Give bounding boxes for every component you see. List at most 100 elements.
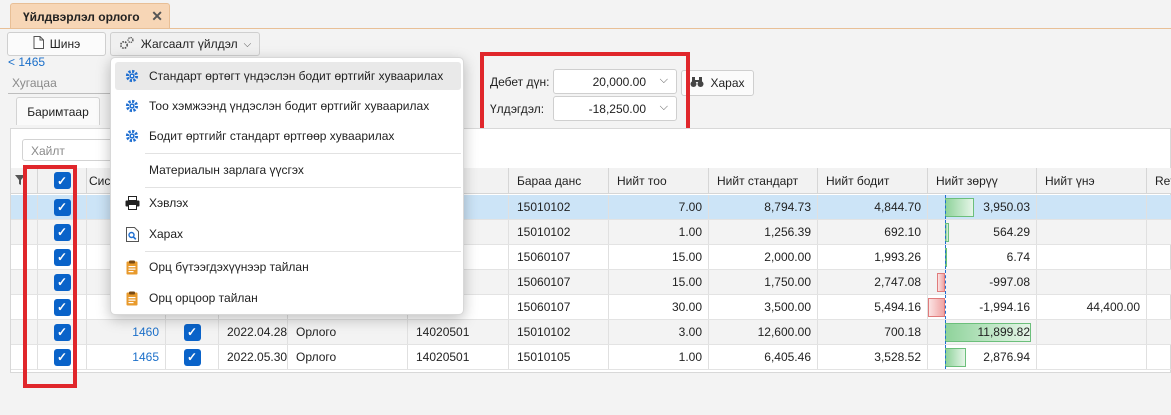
total-actual-cell[interactable]: 692.10 <box>818 220 928 244</box>
databar-axis <box>945 270 946 294</box>
menu-item-allocate-by-quantity[interactable]: Тоо хэмжээнд үндэслэн бодит өртгийг хува… <box>115 92 461 120</box>
table-row[interactable]: ✓ 1465 ✓ 2022.05.30 Орлого 14020501 15010105 1.… <box>11 345 1171 370</box>
total-price-cell[interactable] <box>1037 220 1147 244</box>
ref-cell[interactable] <box>1147 195 1171 219</box>
ref-cell[interactable] <box>1147 320 1171 344</box>
goods-account-cell[interactable]: 15060107 <box>509 270 609 294</box>
total-diff-cell[interactable]: -1,994.16 <box>928 295 1037 319</box>
document-tab[interactable]: Үйлдвэрлэл орлого ✕ <box>10 3 170 29</box>
document-id-cell[interactable]: 1460 <box>87 320 166 344</box>
menu-item-report-by-input[interactable]: Орц орцоор тайлан <box>115 284 461 312</box>
back-link[interactable]: < 1465 <box>8 55 45 69</box>
clipboard-icon <box>115 260 149 275</box>
total-price-cell[interactable] <box>1037 195 1147 219</box>
column-header-total-diff[interactable]: Нийт зөрүү <box>928 168 1037 194</box>
total-qty-cell[interactable]: 15.00 <box>609 245 709 269</box>
total-standard-cell[interactable]: 6,405.46 <box>709 345 818 369</box>
column-header-goods-account[interactable]: Бараа данс <box>509 168 609 194</box>
menu-item-report-by-product[interactable]: Орц бүтээгдэхүүнээр тайлан <box>115 253 461 281</box>
total-qty-cell[interactable]: 3.00 <box>609 320 709 344</box>
column-header-total-price[interactable]: Нийт үнэ <box>1037 168 1147 194</box>
column-header-ref[interactable]: Ref <box>1147 168 1171 194</box>
goods-account-cell[interactable]: 15060107 <box>509 245 609 269</box>
total-diff-cell[interactable]: 3,950.03 <box>928 195 1037 219</box>
account-cell[interactable]: 14020501 <box>408 320 509 344</box>
diff-databar <box>936 273 945 292</box>
total-price-cell[interactable] <box>1037 320 1147 344</box>
total-actual-cell[interactable]: 4,844.70 <box>818 195 928 219</box>
type-cell[interactable]: Орлого <box>288 320 408 344</box>
menu-item-preview[interactable]: Харах <box>115 220 461 248</box>
new-button[interactable]: Шинэ <box>7 32 106 56</box>
posted-checkbox[interactable]: ✓ <box>183 323 201 341</box>
diff-databar <box>945 198 974 217</box>
gears-icon <box>119 36 135 53</box>
total-standard-cell[interactable]: 2,000.00 <box>709 245 818 269</box>
total-standard-cell[interactable]: 3,500.00 <box>709 295 818 319</box>
total-standard-cell[interactable]: 1,750.00 <box>709 270 818 294</box>
total-diff-cell[interactable]: 2,876.94 <box>928 345 1037 369</box>
chevron-down-icon: ⌵ <box>243 38 252 50</box>
list-actions-dropdown[interactable]: Жагсаалт үйлдэл ⌵ <box>110 32 260 56</box>
goods-account-cell[interactable]: 15010105 <box>509 345 609 369</box>
search-input[interactable]: Хайлт <box>22 139 122 161</box>
table-row[interactable]: ✓ 1460 ✓ 2022.04.28 Орлого 14020501 15010102 3.… <box>11 320 1171 345</box>
menu-item-create-material-issue[interactable]: Материалын зарлага үүсгэх <box>115 156 461 184</box>
total-actual-cell[interactable]: 700.18 <box>818 320 928 344</box>
total-diff-cell[interactable]: -997.08 <box>928 270 1037 294</box>
new-button-label: Шинэ <box>49 37 81 51</box>
view-button-label: Харах <box>710 76 745 90</box>
posted-checkbox-cell[interactable]: ✓ <box>166 320 219 344</box>
type-cell[interactable]: Орлого <box>288 345 408 369</box>
total-actual-cell[interactable]: 5,494.16 <box>818 295 928 319</box>
goods-account-cell[interactable]: 15010102 <box>509 320 609 344</box>
date-cell[interactable]: 2022.05.30 <box>219 345 288 369</box>
total-standard-cell[interactable]: 12,600.00 <box>709 320 818 344</box>
total-actual-cell[interactable]: 2,747.08 <box>818 270 928 294</box>
total-price-cell[interactable]: 44,400.00 <box>1037 295 1147 319</box>
total-price-cell[interactable] <box>1037 345 1147 369</box>
posted-checkbox-cell[interactable]: ✓ <box>166 345 219 369</box>
menu-item-print[interactable]: Хэвлэх <box>115 189 461 217</box>
close-icon[interactable]: ✕ <box>151 8 163 25</box>
account-cell[interactable]: 14020501 <box>408 345 509 369</box>
period-select[interactable]: Хугацаа <box>8 72 113 94</box>
menu-item-allocate-actual-by-standard[interactable]: Бодит өртгийг стандарт өртгөөр хуваарила… <box>115 122 461 150</box>
total-actual-cell[interactable]: 1,993.26 <box>818 245 928 269</box>
document-id-cell[interactable]: 1465 <box>87 345 166 369</box>
diff-value: 3,950.03 <box>983 200 1030 214</box>
tab-documents[interactable]: Баримтаар <box>16 97 100 125</box>
total-qty-cell[interactable]: 1.00 <box>609 345 709 369</box>
total-standard-cell[interactable]: 8,794.73 <box>709 195 818 219</box>
ref-cell[interactable] <box>1147 295 1171 319</box>
total-qty-cell[interactable]: 1.00 <box>609 220 709 244</box>
total-qty-cell[interactable]: 15.00 <box>609 270 709 294</box>
posted-checkbox[interactable]: ✓ <box>183 348 201 366</box>
diff-value: -997.08 <box>989 275 1030 289</box>
total-diff-cell[interactable]: 564.29 <box>928 220 1037 244</box>
menu-separator <box>145 187 461 188</box>
total-diff-cell[interactable]: 11,899.82 <box>928 320 1037 344</box>
ref-cell[interactable] <box>1147 220 1171 244</box>
goods-account-cell[interactable]: 15010102 <box>509 220 609 244</box>
view-button[interactable]: Харах <box>681 70 754 96</box>
column-header-total-actual[interactable]: Нийт бодит <box>818 168 928 194</box>
ref-cell[interactable] <box>1147 270 1171 294</box>
column-header-total-standard[interactable]: Нийт стандарт <box>709 168 818 194</box>
total-qty-cell[interactable]: 7.00 <box>609 195 709 219</box>
total-diff-cell[interactable]: 6.74 <box>928 245 1037 269</box>
total-qty-cell[interactable]: 30.00 <box>609 295 709 319</box>
goods-account-cell[interactable]: 15060107 <box>509 295 609 319</box>
ref-cell[interactable] <box>1147 245 1171 269</box>
date-cell[interactable]: 2022.04.28 <box>219 320 288 344</box>
total-standard-cell[interactable]: 1,256.39 <box>709 220 818 244</box>
total-price-cell[interactable] <box>1037 270 1147 294</box>
total-actual-cell[interactable]: 3,528.52 <box>818 345 928 369</box>
menu-item-allocate-by-standard[interactable]: Стандарт өртөгт үндэслэн бодит өртгийг х… <box>115 62 461 90</box>
search-placeholder: Хайлт <box>31 144 65 158</box>
total-price-cell[interactable] <box>1037 245 1147 269</box>
column-header-total-qty[interactable]: Нийт тоо <box>609 168 709 194</box>
ref-cell[interactable] <box>1147 345 1171 369</box>
diff-databar <box>928 298 945 317</box>
goods-account-cell[interactable]: 15010102 <box>509 195 609 219</box>
